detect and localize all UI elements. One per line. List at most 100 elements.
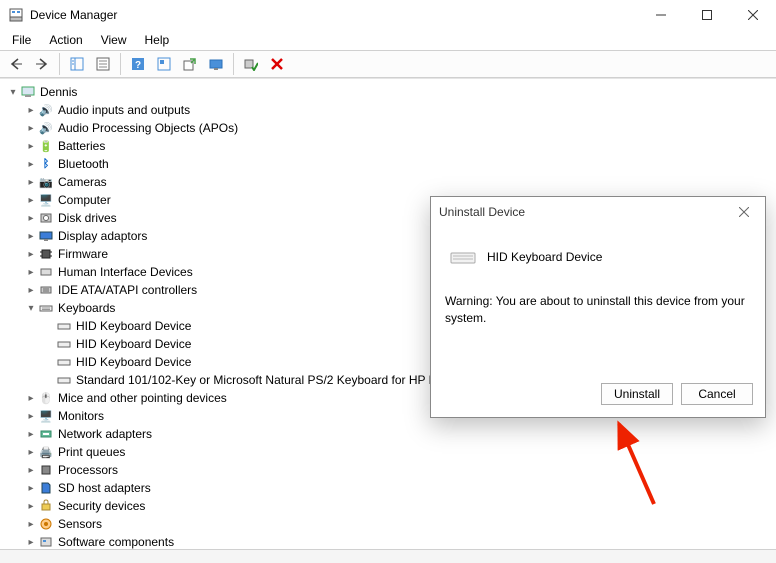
tree-item-label: Batteries [58,139,105,153]
chevron-right-icon[interactable]: ▸ [24,481,38,495]
cancel-button[interactable]: Cancel [681,383,753,405]
show-hide-tree-button[interactable] [65,52,89,76]
enable-device-button[interactable] [239,52,263,76]
chevron-right-icon[interactable]: ▸ [24,121,38,135]
dialog-warning-text: Warning: You are about to uninstall this… [445,287,751,327]
network-icon [38,426,54,442]
tree-item-label: Standard 101/102-Key or Microsoft Natura… [76,373,437,387]
dialog-close-button[interactable] [731,200,757,224]
tree-item-label: Print queues [58,445,125,459]
display-icon [38,228,54,244]
tree-item-label: Audio inputs and outputs [58,103,190,117]
tree-item-label: HID Keyboard Device [76,337,191,351]
chevron-right-icon[interactable]: ▸ [24,409,38,423]
monitor-icon: 🖥️ [38,408,54,424]
tree-item-label: Firmware [58,247,108,261]
tree-item-label: Processors [58,463,118,477]
chevron-down-icon[interactable]: ▾ [6,85,20,99]
toolbar: ? [0,50,776,78]
tree-item-software[interactable]: ▸ Software components [24,533,770,549]
keyboard-icon [56,354,72,370]
tree-item-label: Software components [58,535,174,549]
menubar: File Action View Help [0,30,776,50]
maximize-button[interactable] [684,0,730,30]
properties-toolbar-button[interactable] [91,52,115,76]
tree-item-label: SD host adapters [58,481,151,495]
chevron-right-icon[interactable]: ▸ [24,229,38,243]
chevron-right-icon[interactable]: ▸ [24,391,38,405]
status-bar [0,549,776,563]
tree-item-label: Audio Processing Objects (APOs) [58,121,238,135]
tree-item-label: Sensors [58,517,102,531]
tree-root[interactable]: ▾ Dennis [6,83,770,101]
monitor-icon: 🖥️ [38,192,54,208]
tree-item-label: IDE ATA/ATAPI controllers [58,283,197,297]
minimize-button[interactable] [638,0,684,30]
tree-item-printq[interactable]: ▸🖨️ Print queues [24,443,770,461]
menu-help[interactable]: Help [137,32,178,48]
menu-file[interactable]: File [4,32,39,48]
forward-button[interactable] [30,52,54,76]
dialog-device-row: HID Keyboard Device [445,235,751,287]
chevron-right-icon[interactable]: ▸ [24,211,38,225]
printer-icon: 🖨️ [38,444,54,460]
tree-item-sensors[interactable]: ▸ Sensors [24,515,770,533]
tree-item-label: Mice and other pointing devices [58,391,227,405]
uninstall-button[interactable]: Uninstall [601,383,673,405]
help-toolbar-button[interactable]: ? [126,52,150,76]
chevron-right-icon[interactable]: ▸ [24,427,38,441]
window-title: Device Manager [30,8,117,22]
tree-item-cameras[interactable]: ▸📷Cameras [24,173,770,191]
menu-view[interactable]: View [93,32,135,48]
uninstall-device-button[interactable] [265,52,289,76]
tree-item-label: Monitors [58,409,104,423]
tree-item-label: Network adapters [58,427,152,441]
mouse-icon: 🖱️ [38,390,54,406]
tree-item-sdhost[interactable]: ▸ SD host adapters [24,479,770,497]
chevron-right-icon[interactable]: ▸ [24,139,38,153]
tree-item-batteries[interactable]: ▸🔋Batteries [24,137,770,155]
back-button[interactable] [4,52,28,76]
chevron-right-icon[interactable]: ▸ [24,157,38,171]
chevron-right-icon[interactable]: ▸ [24,175,38,189]
software-icon [38,534,54,549]
update-driver-button[interactable] [178,52,202,76]
chevron-right-icon[interactable]: ▸ [24,247,38,261]
tree-item-label: Cameras [58,175,107,189]
tree-item-bluetooth[interactable]: ▸ᛒBluetooth [24,155,770,173]
chevron-right-icon[interactable]: ▸ [24,499,38,513]
menu-action[interactable]: Action [41,32,90,48]
action-toolbar-button[interactable] [152,52,176,76]
chevron-right-icon[interactable]: ▸ [24,265,38,279]
controller-icon [38,282,54,298]
chevron-right-icon[interactable]: ▸ [24,445,38,459]
close-button[interactable] [730,0,776,30]
button-label: Cancel [698,387,735,401]
svg-text:?: ? [135,60,141,71]
tree-item-label: Display adaptors [58,229,147,243]
tree-item-audio-apo[interactable]: ▸🔊Audio Processing Objects (APOs) [24,119,770,137]
chevron-right-icon[interactable]: ▸ [24,193,38,207]
dialog-title: Uninstall Device [439,205,525,219]
tree-item-network[interactable]: ▸ Network adapters [24,425,770,443]
button-label: Uninstall [614,387,660,401]
security-icon [38,498,54,514]
chevron-right-icon[interactable]: ▸ [24,463,38,477]
tree-item-label: Security devices [58,499,145,513]
tree-item-security[interactable]: ▸ Security devices [24,497,770,515]
keyboard-icon [38,300,54,316]
scan-hardware-button[interactable] [204,52,228,76]
chevron-down-icon[interactable]: ▾ [24,301,38,315]
chevron-right-icon[interactable]: ▸ [24,283,38,297]
dialog-button-row: Uninstall Cancel [601,383,753,405]
tree-item-processors[interactable]: ▸ Processors [24,461,770,479]
tree-item-label: Computer [58,193,111,207]
chevron-right-icon[interactable]: ▸ [24,103,38,117]
keyboard-icon [56,372,72,388]
keyboard-icon [56,318,72,334]
chevron-right-icon[interactable]: ▸ [24,517,38,531]
tree-item-audio-io[interactable]: ▸🔊Audio inputs and outputs [24,101,770,119]
tree-item-label: HID Keyboard Device [76,319,191,333]
titlebar: Device Manager [0,0,776,30]
chevron-right-icon[interactable]: ▸ [24,535,38,549]
